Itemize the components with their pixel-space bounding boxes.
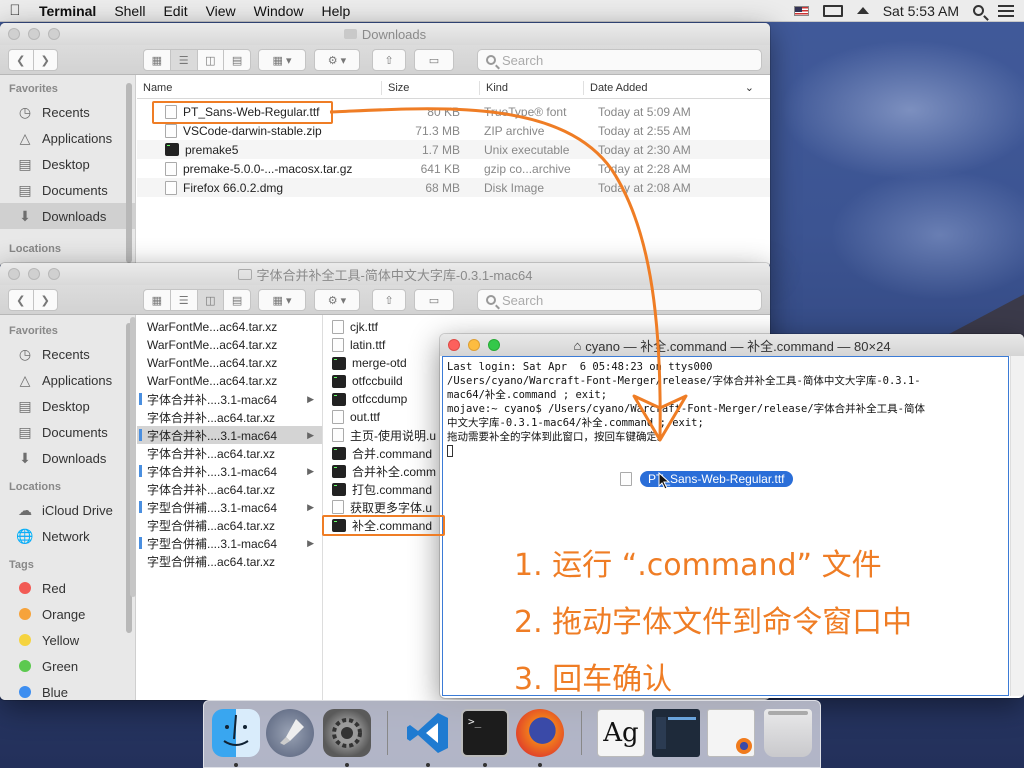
- firefox-window-icon[interactable]: [707, 709, 755, 757]
- rocket-icon: [280, 719, 304, 745]
- running-indicator: [234, 763, 238, 767]
- gear-icon: [332, 718, 362, 748]
- launchpad-icon[interactable]: [266, 709, 314, 757]
- instruction-step-1: 1. 运行 “.command” 文件: [514, 548, 882, 583]
- vscode-window-icon[interactable]: [652, 709, 700, 757]
- firefox-badge-icon: [736, 738, 752, 754]
- running-indicator: [426, 763, 430, 767]
- vscode-logo-icon: [407, 713, 448, 753]
- annotation-drag-arrow: [329, 107, 662, 439]
- dock: >_ Ag: [203, 700, 821, 768]
- firefox-icon[interactable]: [516, 709, 564, 757]
- instruction-step-2: 2. 拖动字体文件到命令窗口中: [514, 605, 913, 640]
- dock-separator: [387, 711, 388, 755]
- terminal-prompt-icon: >_: [468, 715, 482, 728]
- font-book-icon[interactable]: Ag: [597, 709, 645, 757]
- finder-face-icon: [223, 714, 249, 746]
- terminal-icon[interactable]: >_: [461, 709, 509, 757]
- running-indicator: [483, 763, 487, 767]
- highlight-font-file: [152, 101, 333, 124]
- window-thumbnail-sidebar: [656, 717, 666, 749]
- running-indicator: [345, 763, 349, 767]
- finder-icon[interactable]: [212, 709, 260, 757]
- vscode-icon[interactable]: [404, 709, 452, 757]
- trash-lid-icon: [768, 711, 808, 715]
- highlight-command-file: [322, 515, 445, 536]
- running-indicator: [538, 763, 542, 767]
- instruction-step-3: 3. 回车确认: [514, 662, 673, 697]
- trash-icon[interactable]: [764, 709, 812, 757]
- dock-separator: [581, 711, 582, 755]
- system-preferences-icon[interactable]: [323, 709, 371, 757]
- window-thumbnail-content: [668, 717, 696, 720]
